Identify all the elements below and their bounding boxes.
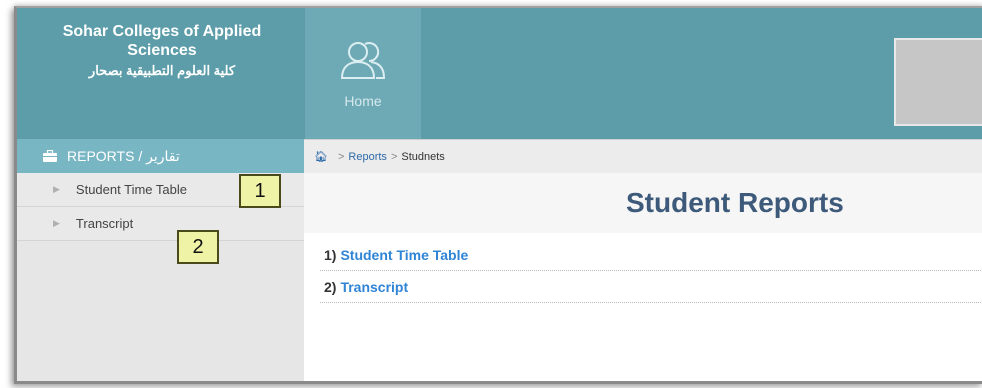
college-brand: Sohar Colleges of Applied Sciences كلية … xyxy=(37,22,287,79)
report-row: 2) Transcript xyxy=(320,271,982,303)
report-link-transcript[interactable]: Transcript xyxy=(340,279,408,295)
caret-right-icon: ▶ xyxy=(53,184,60,194)
brand-name-arabic: كلية العلوم التطبيقية بصحار xyxy=(88,63,236,78)
title-band: Student Reports xyxy=(304,173,982,233)
breadcrumb-separator: > xyxy=(337,150,345,163)
briefcase-icon xyxy=(43,150,57,162)
sidebar-item-label: Student Time Table xyxy=(75,182,187,197)
main-content: Student Reports 1) Student Time Table 2)… xyxy=(304,173,982,381)
report-link-student-time-table[interactable]: Student Time Table xyxy=(340,247,468,263)
users-icon xyxy=(340,42,386,79)
report-number: 2) xyxy=(324,278,337,295)
home-label: Home xyxy=(344,93,382,109)
brand-name-english: Sohar Colleges of Applied Sciences xyxy=(62,23,262,59)
page-title: Student Reports xyxy=(626,187,844,218)
report-row: 1) Student Time Table xyxy=(320,239,982,271)
caret-right-icon: ▶ xyxy=(53,218,60,228)
top-header: Sohar Colleges of Applied Sciences كلية … xyxy=(17,8,982,139)
breadcrumb-reports-link[interactable]: Reports xyxy=(348,151,387,163)
annotation-callout-2: 2 xyxy=(177,230,219,264)
home-icon[interactable]: 🏠︎ xyxy=(314,150,328,163)
breadcrumb-current: Studnets xyxy=(401,150,445,163)
breadcrumb: 🏠︎ > Reports > Studnets xyxy=(304,139,982,173)
annotation-callout-1: 1 xyxy=(239,174,281,208)
sidebar-item-transcript[interactable]: ▶ Transcript xyxy=(17,207,304,241)
report-number: 1) xyxy=(324,246,337,263)
sidebar-section-label: REPORTS / تقارير xyxy=(67,147,180,164)
sidebar-item-label: Transcript xyxy=(75,216,134,231)
home-nav-tile[interactable]: Home xyxy=(305,8,421,139)
user-avatar[interactable] xyxy=(894,38,982,126)
app-window: Sohar Colleges of Applied Sciences كلية … xyxy=(14,6,982,384)
breadcrumb-separator: > xyxy=(390,150,398,163)
sidebar-section-reports[interactable]: REPORTS / تقارير xyxy=(17,139,304,173)
